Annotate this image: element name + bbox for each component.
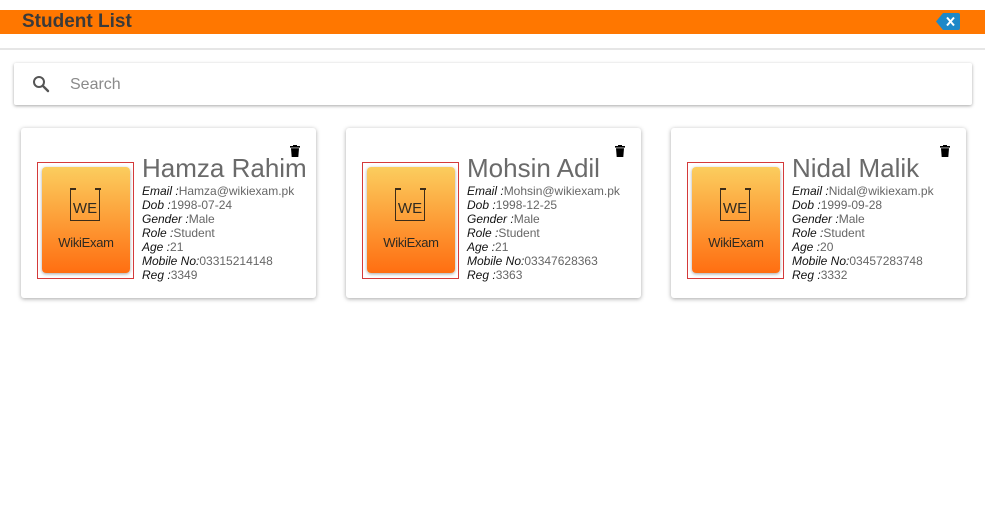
age-row: Age :21 [467, 240, 509, 254]
app-header: Student List [0, 10, 985, 34]
dob-row: Dob :1998-12-25 [467, 198, 558, 212]
role-row: Role :Student [792, 226, 865, 240]
trash-icon[interactable] [940, 145, 950, 157]
dob-row: Dob :1998-07-24 [142, 198, 233, 212]
email-row: Email :Hamza@wikiexam.pk [142, 184, 295, 198]
backspace-close-icon[interactable] [936, 13, 960, 30]
student-photo: WE WikiExam [37, 162, 134, 279]
student-details: Email :Hamza@wikiexam.pk Dob :1998-07-24… [142, 184, 294, 282]
email-row: Email :Mohsin@wikiexam.pk [467, 184, 620, 198]
student-card: WE WikiExam Nidal Malik Email :Nidal@wik… [671, 128, 966, 298]
gender-row: Gender :Male [792, 212, 865, 226]
student-details: Email :Mohsin@wikiexam.pk Dob :1998-12-2… [467, 184, 620, 282]
page-title: Student List [22, 11, 132, 32]
search-input[interactable] [68, 73, 952, 97]
mobile-row: Mobile No:03347628363 [467, 254, 598, 268]
reg-row: Reg :3363 [467, 268, 523, 282]
wikiexam-logo: WE WikiExam [692, 167, 780, 273]
age-row: Age :21 [142, 240, 184, 254]
student-name: Nidal Malik [792, 153, 920, 183]
gender-row: Gender :Male [142, 212, 215, 226]
wikiexam-logo: WE WikiExam [367, 167, 455, 273]
gender-row: Gender :Male [467, 212, 540, 226]
reg-row: Reg :3332 [792, 268, 848, 282]
email-row: Email :Nidal@wikiexam.pk [792, 184, 934, 198]
trash-icon[interactable] [615, 145, 625, 157]
role-row: Role :Student [142, 226, 215, 240]
student-name: Mohsin Adil [467, 153, 600, 183]
wikiexam-logo: WE WikiExam [42, 167, 130, 273]
mobile-row: Mobile No:03315214148 [142, 254, 273, 268]
role-row: Role :Student [467, 226, 540, 240]
search-bar[interactable] [14, 63, 972, 105]
student-details: Email :Nidal@wikiexam.pk Dob :1999-09-28… [792, 184, 934, 282]
header-divider [0, 48, 985, 50]
student-photo: WE WikiExam [362, 162, 459, 279]
student-card: WE WikiExam Mohsin Adil Email :Mohsin@wi… [346, 128, 641, 298]
mobile-row: Mobile No:03457283748 [792, 254, 923, 268]
student-name: Hamza Rahim [142, 153, 307, 183]
reg-row: Reg :3349 [142, 268, 198, 282]
dob-row: Dob :1999-09-28 [792, 198, 883, 212]
age-row: Age :20 [792, 240, 834, 254]
student-card: WE WikiExam Hamza Rahim Email :Hamza@wik… [21, 128, 316, 298]
search-icon [33, 76, 50, 93]
student-photo: WE WikiExam [687, 162, 784, 279]
